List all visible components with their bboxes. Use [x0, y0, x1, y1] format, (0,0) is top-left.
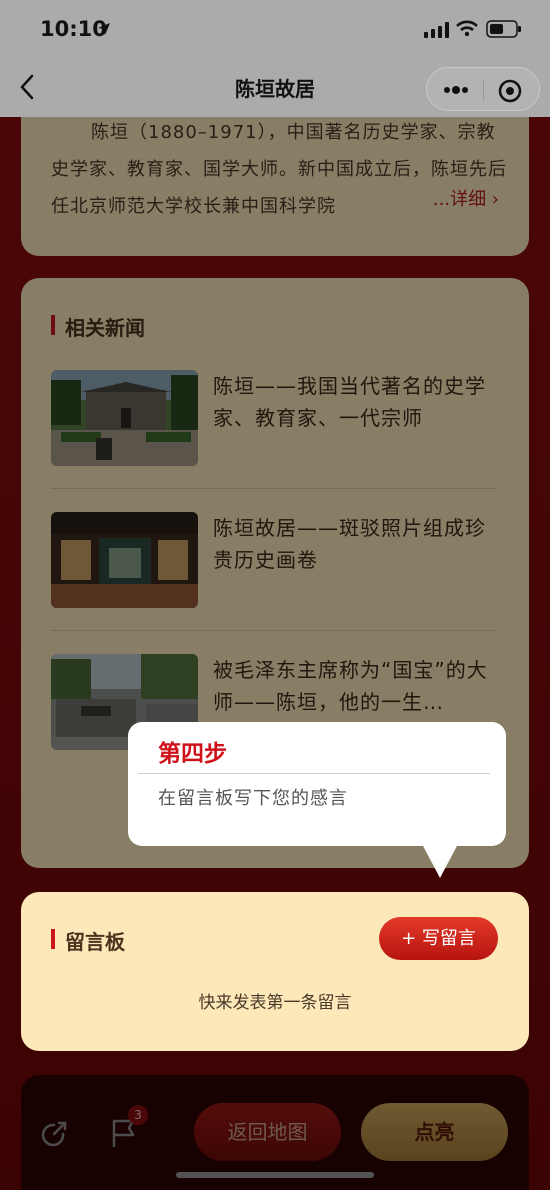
- guide-step-title: 第四步: [158, 741, 227, 767]
- status-bar: 10:10: [0, 0, 550, 62]
- nav-bar: 陈垣故居: [0, 62, 550, 117]
- tooltip-pointer: [422, 844, 458, 878]
- capsule-divider: [483, 79, 484, 101]
- guide-tooltip: 第四步 在留言板写下您的感言: [128, 722, 506, 878]
- wifi-icon: [456, 20, 478, 37]
- guide-step-text: 在留言板写下您的感言: [158, 788, 348, 809]
- mini-program-capsule: [426, 67, 540, 111]
- battery-icon: [486, 20, 521, 38]
- location-arrow-icon: [98, 23, 110, 35]
- signal-icon: [424, 22, 449, 38]
- tooltip-divider: [138, 773, 490, 774]
- write-message-button[interactable]: + 写留言: [379, 917, 498, 960]
- close-miniprogram-icon[interactable]: [497, 78, 523, 104]
- message-board-empty-text: 快来发表第一条留言: [198, 993, 352, 1013]
- message-board-card: 留言板 + 写留言 快来发表第一条留言: [21, 892, 529, 1051]
- message-board-title: 留言板: [51, 926, 125, 955]
- more-icon[interactable]: [441, 81, 471, 99]
